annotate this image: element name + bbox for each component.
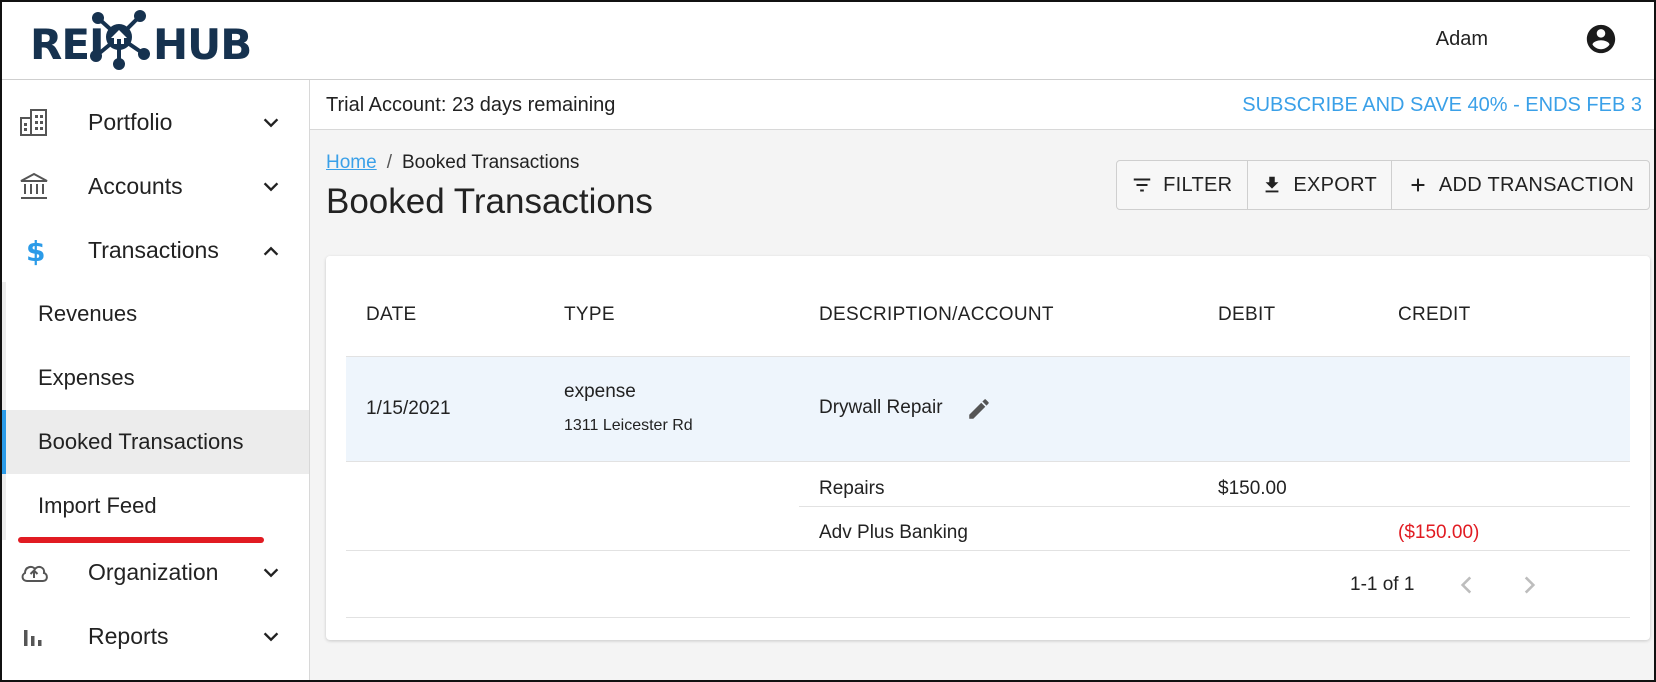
filter-button[interactable]: FILTER bbox=[1117, 161, 1248, 209]
rei-hub-logo[interactable]: REI HUB bbox=[30, 6, 252, 72]
chevron-down-icon bbox=[263, 568, 279, 578]
add-transaction-button-label: ADD TRANSACTION bbox=[1438, 173, 1635, 196]
dollar-icon: $ bbox=[26, 235, 45, 266]
toolbar: FILTER EXPORT ADD TRANSACTION bbox=[1116, 160, 1650, 210]
chevron-down-icon bbox=[263, 632, 279, 642]
filter-button-label: FILTER bbox=[1163, 173, 1233, 196]
line-account: Repairs bbox=[819, 478, 885, 499]
sidebar-item-label: Organization bbox=[88, 559, 219, 585]
line-credit: ($150.00) bbox=[1398, 522, 1480, 543]
building-icon bbox=[20, 109, 47, 136]
sidebar-subitem-label: Import Feed bbox=[38, 493, 157, 518]
user-name[interactable]: Adam bbox=[1436, 28, 1488, 51]
row-divider bbox=[346, 550, 1630, 551]
chevron-left-icon[interactable] bbox=[1454, 572, 1480, 598]
sidebar-nav: Portfolio Accounts $ Transactions Revenu… bbox=[0, 80, 310, 682]
subscribe-link[interactable]: SUBSCRIBE AND SAVE 40% - ENDS FEB 3 bbox=[1242, 94, 1642, 117]
chevron-down-icon bbox=[263, 182, 279, 192]
chevron-right-icon[interactable] bbox=[1516, 572, 1542, 598]
logo-network-icon bbox=[90, 10, 150, 70]
column-header-debit[interactable]: DEBIT bbox=[1218, 304, 1275, 326]
sidebar-item-accounts[interactable]: Accounts bbox=[0, 154, 309, 218]
sidebar-subitem-booked-transactions[interactable]: Booked Transactions bbox=[0, 410, 309, 474]
column-header-type[interactable]: TYPE bbox=[564, 304, 615, 326]
transactions-submenu: Revenues Expenses Booked Transactions Im… bbox=[0, 282, 309, 540]
transaction-type: expense bbox=[564, 381, 636, 402]
bar-chart-icon bbox=[24, 630, 42, 646]
sidebar-item-portfolio[interactable]: Portfolio bbox=[0, 90, 309, 154]
transaction-date: 1/15/2021 bbox=[366, 398, 451, 419]
row-divider bbox=[799, 506, 1630, 507]
chevron-up-icon bbox=[263, 246, 279, 256]
breadcrumb: Home / Booked Transactions bbox=[326, 152, 579, 174]
column-header-description[interactable]: DESCRIPTION/ACCOUNT bbox=[819, 304, 1054, 326]
pagination-range: 1-1 of 1 bbox=[1350, 574, 1415, 595]
column-header-date[interactable]: DATE bbox=[366, 304, 416, 326]
sidebar-subitem-label: Booked Transactions bbox=[38, 429, 244, 454]
cloud-upload-icon bbox=[21, 565, 48, 582]
sidebar-subitem-label: Expenses bbox=[38, 365, 135, 390]
column-header-credit[interactable]: CREDIT bbox=[1398, 304, 1471, 326]
sidebar-item-label: Accounts bbox=[88, 173, 183, 199]
filter-icon bbox=[1133, 178, 1151, 192]
transactions-table: DATE TYPE DESCRIPTION/ACCOUNT DEBIT CRED… bbox=[326, 256, 1650, 640]
account-circle-icon[interactable] bbox=[1584, 22, 1618, 56]
transaction-description: Drywall Repair bbox=[819, 397, 943, 418]
export-button-label: EXPORT bbox=[1293, 173, 1378, 196]
table-row[interactable]: 1/15/2021 expense 1311 Leicester Rd Dryw… bbox=[346, 357, 1630, 461]
add-transaction-button[interactable]: ADD TRANSACTION bbox=[1392, 161, 1649, 209]
sidebar-item-label: Portfolio bbox=[88, 109, 173, 135]
chevron-down-icon bbox=[263, 118, 279, 128]
sidebar-item-transactions[interactable]: $ Transactions bbox=[0, 218, 309, 282]
svg-text:$: $ bbox=[26, 235, 45, 266]
trial-message: Trial Account: 23 days remaining bbox=[326, 94, 616, 116]
table-footer-divider bbox=[346, 617, 1630, 618]
breadcrumb-separator: / bbox=[386, 152, 392, 173]
download-icon bbox=[1265, 176, 1279, 193]
sidebar-subitem-label: Revenues bbox=[38, 301, 138, 326]
sidebar-subitem-revenues[interactable]: Revenues bbox=[6, 282, 309, 346]
logo-text-right: HUB bbox=[153, 20, 252, 69]
row-divider bbox=[346, 461, 1630, 462]
transaction-property: 1311 Leicester Rd bbox=[564, 417, 693, 434]
main-content: Trial Account: 23 days remaining SUBSCRI… bbox=[310, 80, 1656, 682]
pencil-edit-icon[interactable] bbox=[966, 396, 992, 422]
sidebar-item-organization[interactable]: Organization bbox=[0, 540, 309, 604]
breadcrumb-current: Booked Transactions bbox=[401, 152, 580, 173]
bank-icon bbox=[20, 172, 48, 199]
line-account: Adv Plus Banking bbox=[819, 522, 968, 543]
sidebar-item-reports[interactable]: Reports bbox=[0, 604, 309, 668]
breadcrumb-home-link[interactable]: Home bbox=[326, 152, 377, 173]
page-title: Booked Transactions bbox=[326, 182, 653, 221]
trial-banner: Trial Account: 23 days remaining SUBSCRI… bbox=[310, 80, 1656, 130]
line-debit: $150.00 bbox=[1218, 478, 1287, 499]
top-bar: REI HUB Adam bbox=[0, 0, 1656, 80]
plus-icon bbox=[1411, 178, 1425, 192]
sidebar-item-label: Reports bbox=[88, 623, 169, 649]
sidebar-subitem-expenses[interactable]: Expenses bbox=[6, 346, 309, 410]
sidebar-subitem-import-feed[interactable]: Import Feed bbox=[6, 474, 309, 538]
sidebar-item-label: Transactions bbox=[88, 237, 219, 263]
export-button[interactable]: EXPORT bbox=[1248, 161, 1392, 209]
